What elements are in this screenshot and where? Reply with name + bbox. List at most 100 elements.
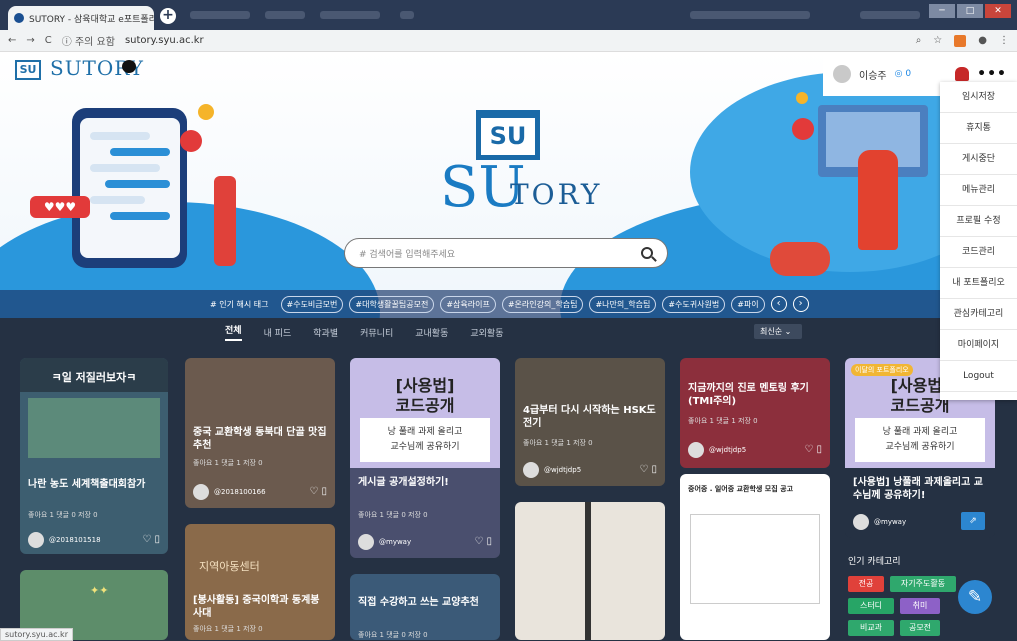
write-post-button[interactable]: ✎	[958, 580, 992, 614]
avatar	[523, 462, 539, 478]
card-author[interactable]: @myway	[358, 534, 411, 550]
feed-card[interactable]: 지금까지의 진로 멘토링 후기 (TMI주의) 좋아요 1 댓글 1 저장 0 …	[680, 358, 830, 468]
card-title: [사용법] 낭풀래 과제올리고 교수님께 공유하기!	[853, 477, 983, 501]
menu-item-logout[interactable]: Logout	[940, 361, 1017, 392]
card-author[interactable]: @wjdtjdp5	[688, 442, 746, 458]
username[interactable]: 이승주	[859, 67, 887, 82]
feed-card[interactable]: ㅋ일 저질러보자ㅋ 나란 농도 세계책출대회참가 좋아요 1 댓글 0 저장 0…	[20, 358, 168, 554]
card-stats: 좋아요 1 댓글 1 저장 0	[193, 625, 263, 633]
site-logo-box[interactable]: SU	[15, 60, 41, 80]
menu-item-interest-category[interactable]: 관심카테고리	[940, 299, 1017, 330]
card-title: 중국 교환학생 동북대 단골 맛집 추천	[193, 427, 327, 451]
hashtag-prev-button[interactable]: ‹	[770, 296, 787, 312]
featured-badge: 이달의 포트폴리오	[851, 364, 913, 376]
card-title: 게시글 공개설정하기!	[358, 477, 449, 488]
card-title: 4급부터 다시 시작하는 HSK도전기	[523, 405, 656, 429]
search-input[interactable]: # 검색어를 입력해주세요	[359, 247, 455, 260]
hashtag-chip[interactable]: #수도귀사원법	[662, 295, 726, 313]
card-author[interactable]: @myway	[853, 514, 906, 530]
feed-card[interactable]: 중어중 . 일어중 교환학생 모집 공고	[680, 474, 830, 640]
security-indicator[interactable]: ⓘ 주의 요함	[62, 33, 115, 48]
chat-icon[interactable]	[122, 60, 136, 73]
tab-campus-activity[interactable]: 교내활동	[415, 326, 448, 339]
hashtag-chip[interactable]: #온라인강의_학습팁	[501, 295, 584, 313]
menu-item-unpublished[interactable]: 게시중단	[940, 144, 1017, 175]
hashtag-chip[interactable]: #삼육라이프	[440, 295, 496, 313]
popular-categories-title: 인기 카테고리	[848, 557, 901, 567]
category-chip[interactable]: 비교과	[848, 620, 894, 636]
hashtag-chip[interactable]: #대학생활꿀팁공모전	[349, 295, 435, 313]
feed-card[interactable]: [사용법] 코드공개 낭 풀래 과제 올리고 교수님께 공유하기 게시글 공개설…	[350, 358, 500, 558]
new-tab-button[interactable]: +	[160, 8, 176, 24]
tab-by-department[interactable]: 학과별	[313, 326, 338, 339]
tab-external-activity[interactable]: 교외활동	[470, 326, 503, 339]
user-dropdown-menu: 임시저장 휴지통 게시중단 메뉴관리 프로필 수정 코드관리 내 포트폴리오 관…	[940, 82, 1017, 400]
reload-icon[interactable]: C	[45, 35, 52, 46]
blurred-tab	[860, 11, 920, 19]
category-chip[interactable]: 공모전	[900, 620, 940, 636]
coin-count: ◎ 0	[894, 69, 912, 79]
heart-bookmark-icon[interactable]: ♡ ▯	[639, 464, 657, 475]
heart-bookmark-icon[interactable]: ♡ ▯	[474, 536, 492, 547]
card-author-name: @2018101518	[49, 536, 101, 544]
blurred-tab	[400, 11, 414, 19]
category-chip[interactable]: 자기주도활동	[890, 576, 956, 592]
window-controls: ─ □ ✕	[929, 4, 1011, 18]
tab-all[interactable]: 전체	[225, 323, 242, 341]
blurred-tab	[320, 11, 380, 19]
search-bar[interactable]: # 검색어를 입력해주세요	[344, 238, 668, 268]
menu-item-edit-profile[interactable]: 프로필 수정	[940, 206, 1017, 237]
profile-icon[interactable]: ●	[978, 35, 987, 46]
menu-item-trash[interactable]: 휴지통	[940, 113, 1017, 144]
feed-card[interactable]: 지역아동센터 [봉사활동] 중국이학과 동계봉사대 좋아요 1 댓글 1 저장 …	[185, 524, 335, 640]
hashtag-chip[interactable]: #파이	[731, 295, 765, 313]
poster-subtitle: 낭 풀래 과제 올리고 교수님께 공유하기	[855, 418, 985, 462]
search-icon[interactable]	[641, 247, 653, 259]
feed-card[interactable]: 중국 교환학생 동북대 단골 맛집 추천 좋아요 1 댓글 1 저장 0 @20…	[185, 358, 335, 508]
tab-community[interactable]: 커뮤니티	[360, 326, 393, 339]
bell-icon[interactable]	[955, 67, 970, 81]
card-author[interactable]: @wjdtjdp5	[523, 462, 581, 478]
heart-bookmark-icon[interactable]: ♡ ▯	[142, 534, 160, 545]
avatar	[853, 514, 869, 530]
browser-menu-icon[interactable]: ⋮	[999, 35, 1009, 46]
browser-tab[interactable]: SUTORY - 삼육대학교 e포트폴리 ×	[8, 6, 154, 30]
card-author[interactable]: @2018101518	[28, 532, 101, 548]
sort-select[interactable]: 최신순 ⌄	[754, 324, 802, 339]
hashtag-chip[interactable]: #나만의_학습팁	[589, 295, 657, 313]
forward-icon[interactable]: →	[26, 35, 34, 46]
menu-item-my-page[interactable]: 마이페이지	[940, 330, 1017, 361]
hashtag-next-button[interactable]: ›	[792, 296, 809, 312]
menu-item-my-portfolio[interactable]: 내 포트폴리오	[940, 268, 1017, 299]
coin-value: 0	[905, 69, 912, 79]
zoom-icon[interactable]: ⌕	[916, 35, 922, 46]
bookmark-star-icon[interactable]: ☆	[933, 35, 942, 46]
card-title: 직접 수강하고 쓰는 교양추천	[358, 597, 479, 608]
category-chip[interactable]: 스터디	[848, 598, 894, 614]
feed-card[interactable]	[515, 502, 665, 640]
heart-bookmark-icon[interactable]: ♡ ▯	[309, 486, 327, 497]
menu-item-menu-manage[interactable]: 메뉴관리	[940, 175, 1017, 206]
card-author[interactable]: @2018100166	[193, 484, 266, 500]
card-stats: 좋아요 1 댓글 1 저장 0	[193, 459, 263, 467]
person-illustration	[770, 242, 830, 276]
more-menu-button[interactable]: •••	[977, 66, 1007, 82]
share-button[interactable]: ⇗	[961, 512, 985, 530]
category-chip[interactable]: 취미	[900, 598, 940, 614]
menu-item-code-manage[interactable]: 코드관리	[940, 237, 1017, 268]
menu-item-drafts[interactable]: 임시저장	[940, 82, 1017, 113]
avatar	[358, 534, 374, 550]
category-chip[interactable]: 전공	[848, 576, 884, 592]
feed-card[interactable]: 4급부터 다시 시작하는 HSK도전기 좋아요 1 댓글 1 저장 0 @wjd…	[515, 358, 665, 486]
heart-bookmark-icon[interactable]: ♡ ▯	[804, 444, 822, 455]
url-field[interactable]: sutory.syu.ac.kr	[125, 35, 204, 46]
maximize-button[interactable]: □	[957, 4, 983, 18]
extension-icon[interactable]	[954, 34, 967, 47]
feed-card[interactable]: 직접 수강하고 쓰는 교양추천 좋아요 1 댓글 0 저장 0	[350, 574, 500, 640]
minimize-button[interactable]: ─	[929, 4, 955, 18]
close-window-button[interactable]: ✕	[985, 4, 1011, 18]
avatar[interactable]	[833, 65, 851, 83]
hashtag-chip[interactable]: #수도비금모번	[280, 295, 344, 313]
tab-my-feed[interactable]: 내 피드	[264, 326, 292, 339]
back-icon[interactable]: ←	[8, 35, 16, 46]
